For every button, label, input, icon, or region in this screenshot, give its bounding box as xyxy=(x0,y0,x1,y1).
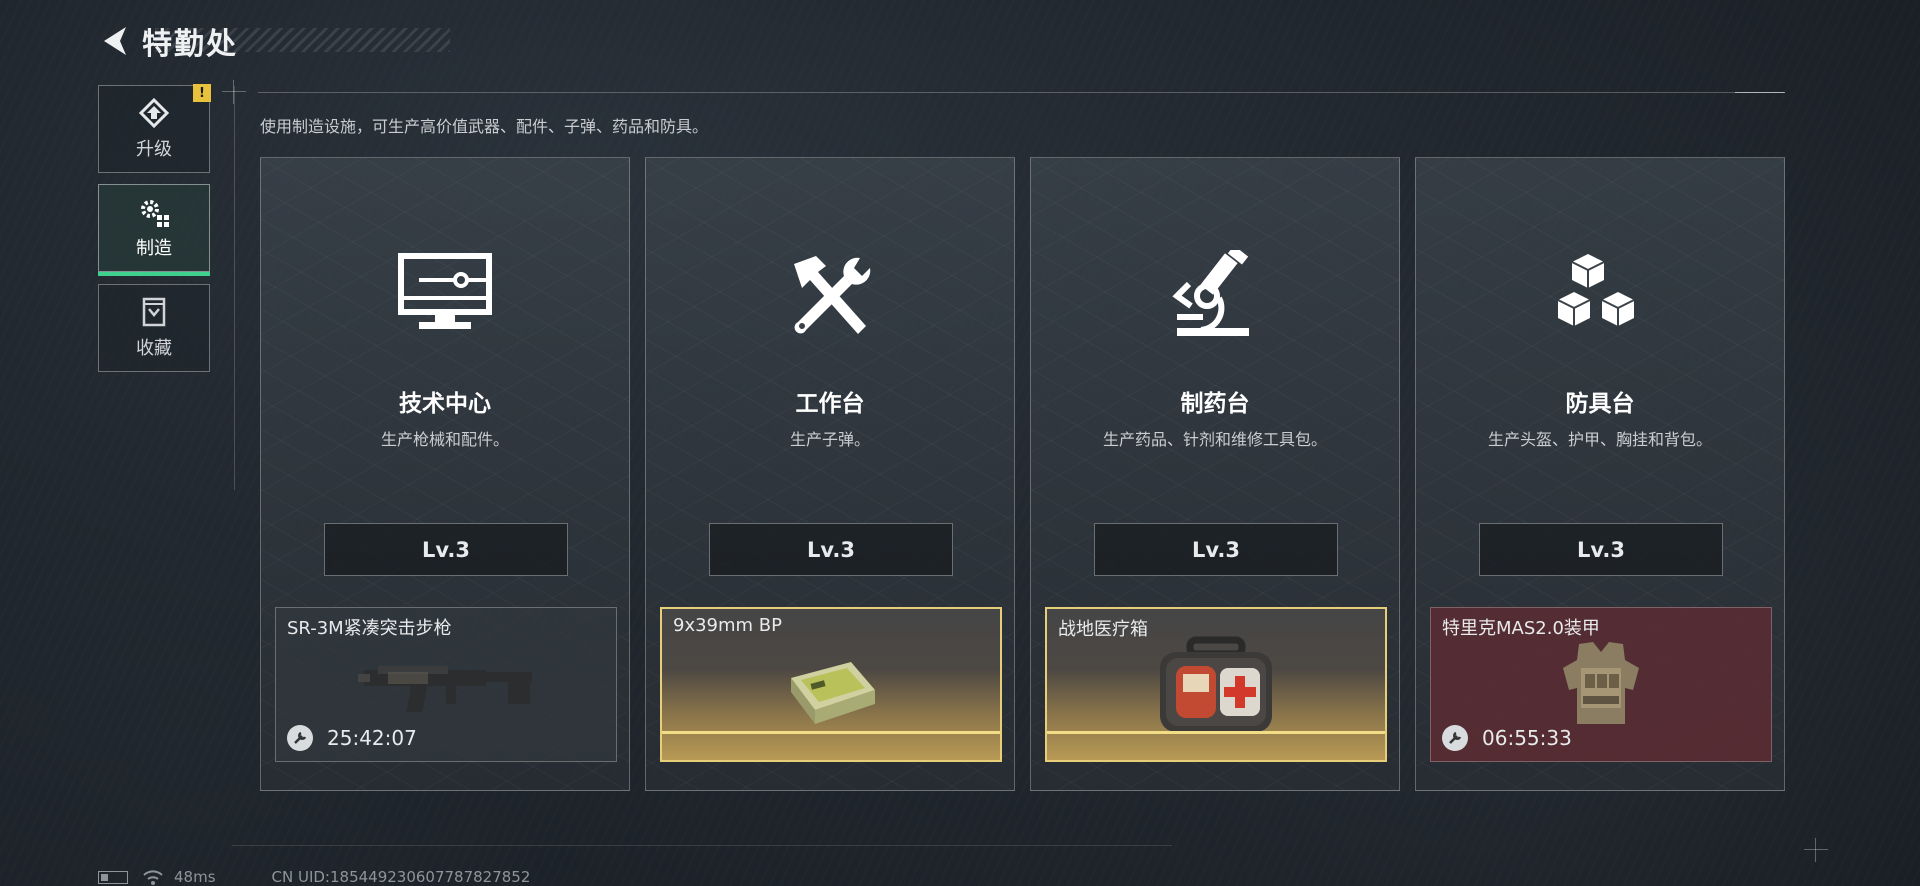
uid-text: CN UID:1854492306077878278​52 xyxy=(271,868,531,886)
station-desc: 生产子弹。 xyxy=(789,430,870,449)
wrench-timer-icon xyxy=(1442,725,1468,751)
station-name: 工作台 xyxy=(795,391,865,417)
station-level: Lv.3 xyxy=(1479,523,1723,576)
page-subtitle: 使用制造设施，可生产高价值武器、配件、子弹、药品和防具。 xyxy=(260,117,709,136)
sidebar-tab-collection[interactable]: 收藏 xyxy=(98,284,210,372)
alert-badge: ! xyxy=(193,84,211,102)
divider xyxy=(232,845,1172,846)
sidebar-tab-label: 收藏 xyxy=(136,338,172,359)
station-card-pharmacy[interactable]: 制药台 生产药品、针剂和维修工具包。 Lv.3 战地医疗箱 xyxy=(1030,157,1400,791)
upgrade-icon xyxy=(138,97,170,129)
sidebar-tab-upgrade[interactable]: ! 升级 xyxy=(98,84,211,173)
microscope-icon xyxy=(1172,250,1249,336)
divider-vertical xyxy=(234,86,235,490)
item-name: 9x39mm BP xyxy=(673,615,783,636)
rifle-image xyxy=(358,666,532,712)
hammer-wrench-icon xyxy=(794,256,871,334)
station-desc: 生产枪械和配件。 xyxy=(380,430,509,449)
body-armor-image xyxy=(1563,642,1639,724)
production-timer: 25:42:07 xyxy=(327,726,417,750)
divider-accent xyxy=(1735,92,1785,93)
header: 特勤处 xyxy=(98,20,308,62)
station-desc: 生产头盔、护甲、胸挂和背包。 xyxy=(1487,430,1712,449)
corner-crosshair xyxy=(1804,838,1828,862)
sidebar-tab-label: 升级 xyxy=(136,139,172,160)
ping-text: 48ms xyxy=(174,868,216,886)
medkit-image xyxy=(1160,636,1272,732)
wifi-icon xyxy=(143,870,163,885)
back-arrow-icon xyxy=(104,27,126,55)
back-button[interactable] xyxy=(98,22,132,60)
item-name: SR-3M紧凑突击步枪 xyxy=(287,618,452,639)
wrench-timer-icon xyxy=(287,725,313,751)
station-name: 防具台 xyxy=(1565,391,1635,417)
production-slot[interactable]: 9x39mm BP xyxy=(660,607,1002,762)
cubes-icon xyxy=(1557,254,1635,326)
ammo-box-image xyxy=(791,662,875,724)
status-bar: 48ms CN UID:1854492306077878278​52 xyxy=(98,868,530,886)
production-slot[interactable]: 特里克MAS2.0装甲 06:55:33 xyxy=(1430,607,1772,762)
station-card-armor[interactable]: 防具台 生产头盔、护甲、胸挂和背包。 Lv.3 特里克MAS2.0装甲 06:5… xyxy=(1415,157,1785,791)
station-card-workbench[interactable]: 工作台 生产子弹。 Lv.3 9x39mm BP xyxy=(645,157,1015,791)
production-slot[interactable]: SR-3M紧凑突击步枪 25:42:07 xyxy=(275,607,617,762)
station-level: Lv.3 xyxy=(324,523,568,576)
divider xyxy=(258,92,1784,93)
gears-icon xyxy=(141,200,169,227)
page-title: 特勤处 xyxy=(142,27,238,62)
battery-icon xyxy=(98,870,128,884)
station-level: Lv.3 xyxy=(1094,523,1338,576)
sidebar-tab-label: 制造 xyxy=(136,238,172,259)
collection-icon xyxy=(142,297,166,327)
station-desc: 生产药品、针剂和维修工具包。 xyxy=(1102,430,1327,449)
station-name: 技术中心 xyxy=(399,391,491,417)
station-level: Lv.3 xyxy=(709,523,953,576)
station-card-tech-center[interactable]: 技术中心 生产枪械和配件。 Lv.3 SR-3M紧凑突击步枪 25:42:07 xyxy=(260,157,630,791)
sidebar-tab-craft[interactable]: 制造 xyxy=(98,184,210,276)
item-name: 特里克MAS2.0装甲 xyxy=(1442,618,1600,639)
production-timer: 06:55:33 xyxy=(1482,726,1572,750)
monitor-icon xyxy=(398,253,492,329)
station-name: 制药台 xyxy=(1180,391,1250,417)
production-slot[interactable]: 战地医疗箱 xyxy=(1045,607,1387,762)
